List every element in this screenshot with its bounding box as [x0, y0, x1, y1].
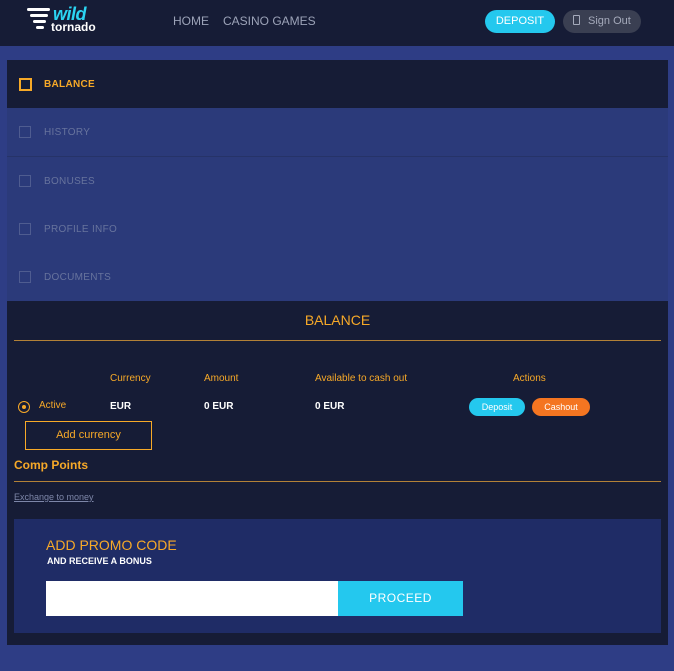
divider: [14, 340, 661, 341]
checkbox-icon: [19, 126, 31, 138]
column-header-amount: Amount: [204, 373, 239, 384]
column-header-currency: Currency: [110, 373, 151, 384]
currency-value: EUR: [110, 401, 132, 412]
menu-item-profile-info[interactable]: PROFILE INFO: [7, 205, 668, 254]
sign-out-button[interactable]: Sign Out: [563, 10, 641, 33]
menu-item-label: DOCUMENTS: [44, 272, 112, 283]
promo-code-box: ADD PROMO CODE AND RECEIVE A BONUS PROCE…: [14, 519, 661, 633]
nav-casino-games-link[interactable]: CASINO GAMES: [223, 14, 316, 28]
active-radio[interactable]: [18, 401, 30, 413]
phone-icon: [573, 15, 580, 25]
balance-panel: BALANCE Currency Amount Available to cas…: [7, 301, 668, 645]
account-menu: BALANCE HISTORY BONUSES PROFILE INFO DOC…: [7, 60, 668, 302]
row-cashout-button[interactable]: Cashout: [532, 398, 590, 416]
add-currency-button[interactable]: Add currency: [25, 421, 152, 450]
tornado-icon: [27, 8, 51, 32]
menu-item-balance[interactable]: BALANCE: [7, 60, 668, 109]
checkbox-icon: [19, 271, 31, 283]
sign-out-label: Sign Out: [588, 15, 631, 27]
divider: [14, 481, 661, 482]
comp-points-title: Comp Points: [14, 458, 88, 472]
menu-item-bonuses[interactable]: BONUSES: [7, 157, 668, 206]
balance-title: BALANCE: [304, 312, 371, 328]
column-header-actions: Actions: [513, 373, 546, 384]
amount-value: 0 EUR: [204, 401, 234, 412]
promo-subtitle: AND RECEIVE A BONUS: [47, 556, 152, 566]
menu-item-label: BALANCE: [44, 79, 95, 90]
menu-item-history[interactable]: HISTORY: [7, 108, 668, 157]
wild-tornado-logo[interactable]: wild tornado: [27, 4, 111, 35]
status-label: Active: [39, 400, 67, 411]
row-deposit-button[interactable]: Deposit: [469, 398, 525, 416]
logo-tornado-text: tornado: [51, 20, 96, 34]
header-deposit-button[interactable]: DEPOSIT: [485, 10, 555, 33]
promo-title: ADD PROMO CODE: [46, 537, 177, 553]
nav-home-link[interactable]: HOME: [173, 14, 209, 28]
available-value: 0 EUR: [315, 401, 345, 412]
promo-code-input[interactable]: [46, 581, 338, 616]
column-header-available: Available to cash out: [315, 373, 408, 384]
menu-item-label: BONUSES: [44, 176, 96, 187]
exchange-to-money-link[interactable]: Exchange to money: [14, 492, 94, 502]
menu-item-label: PROFILE INFO: [44, 224, 118, 235]
checkbox-icon: [19, 223, 31, 235]
checkbox-icon: [19, 78, 32, 91]
menu-item-documents[interactable]: DOCUMENTS: [7, 253, 668, 302]
proceed-button[interactable]: PROCEED: [338, 581, 463, 616]
checkbox-icon: [19, 175, 31, 187]
menu-item-label: HISTORY: [44, 127, 91, 138]
top-header: wild tornado HOME CASINO GAMES DEPOSIT S…: [0, 0, 674, 46]
